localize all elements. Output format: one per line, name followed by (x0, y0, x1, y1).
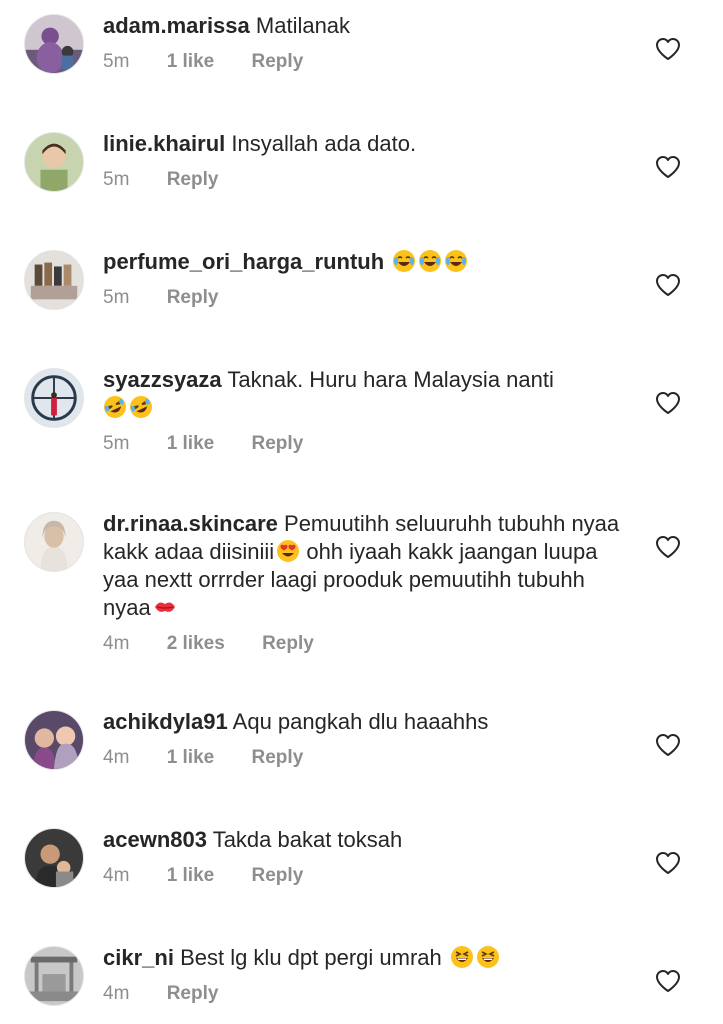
likes-count[interactable]: 1 like (167, 864, 215, 888)
comment-username[interactable]: achikdyla91 (103, 709, 228, 734)
tears-of-joy-emoji-icon (392, 249, 416, 273)
grinning-squint-emoji-icon (476, 945, 500, 969)
comment-time: 5m (103, 169, 130, 190)
comment-text: Insyallah ada dato. (231, 131, 417, 156)
comment-text: Takda bakat toksah (212, 827, 403, 852)
like-heart-icon[interactable] (655, 273, 681, 297)
likes-count[interactable]: 1 like (167, 50, 215, 74)
like-heart-icon[interactable] (655, 391, 681, 415)
comment-username[interactable]: adam.marissa (103, 13, 250, 38)
like-heart-icon[interactable] (655, 733, 681, 757)
like-heart-icon[interactable] (655, 37, 681, 61)
avatar[interactable] (24, 250, 84, 310)
likes-count[interactable]: 1 like (167, 746, 215, 770)
likes-count[interactable]: 1 like (167, 432, 215, 456)
like-heart-icon[interactable] (655, 851, 681, 875)
comment-username[interactable]: acewn803 (103, 827, 207, 852)
comment-time: 4m (103, 983, 130, 1004)
avatar[interactable] (24, 132, 84, 192)
comment-username[interactable]: syazzsyaza (103, 367, 222, 392)
reply-button[interactable]: Reply (167, 982, 219, 1006)
like-heart-icon[interactable] (655, 969, 681, 993)
rolling-laughing-emoji-icon (129, 395, 153, 419)
comment-text: Matilanak (255, 13, 351, 38)
heart-eyes-emoji-icon (276, 539, 300, 563)
reply-button[interactable]: Reply (252, 432, 304, 456)
comment-text: Taknak. Huru hara Malaysia nanti (227, 367, 554, 392)
reply-button[interactable]: Reply (252, 746, 304, 770)
kiss-mark-emoji-icon (153, 595, 177, 619)
comment-time: 4m (103, 633, 130, 654)
avatar[interactable] (24, 368, 84, 428)
like-heart-icon[interactable] (655, 535, 681, 559)
tears-of-joy-emoji-icon (444, 249, 468, 273)
reply-button[interactable]: Reply (252, 50, 304, 74)
comment-time: 5m (103, 433, 130, 454)
comment-time: 5m (103, 287, 130, 308)
comment-username[interactable]: cikr_ni (103, 945, 174, 970)
reply-button[interactable]: Reply (262, 632, 314, 656)
comment-time: 4m (103, 747, 130, 768)
reply-button[interactable]: Reply (252, 864, 304, 888)
comment-username[interactable]: perfume_ori_harga_runtuh (103, 249, 384, 274)
avatar[interactable] (24, 946, 84, 1006)
likes-count[interactable]: 2 likes (167, 632, 225, 656)
rolling-laughing-emoji-icon (103, 395, 127, 419)
like-heart-icon[interactable] (655, 155, 681, 179)
reply-button[interactable]: Reply (167, 168, 219, 192)
comment-username[interactable]: dr.rinaa.skincare (103, 511, 278, 536)
tears-of-joy-emoji-icon (418, 249, 442, 273)
comment-text: Aqu pangkah dlu haaahhs (232, 709, 489, 734)
comment-username[interactable]: linie.khairul (103, 131, 225, 156)
grinning-squint-emoji-icon (450, 945, 474, 969)
comment-time: 4m (103, 865, 130, 886)
comment-time: 5m (103, 51, 130, 72)
avatar[interactable] (24, 512, 84, 572)
comments-list: adam.marissa Matilanak 5m 1 like Reply l… (0, 0, 723, 1024)
reply-button[interactable]: Reply (167, 286, 219, 310)
avatar[interactable] (24, 828, 84, 888)
comment-text: Best lg klu dpt pergi umrah (180, 945, 442, 970)
avatar[interactable] (24, 14, 84, 74)
avatar[interactable] (24, 710, 84, 770)
